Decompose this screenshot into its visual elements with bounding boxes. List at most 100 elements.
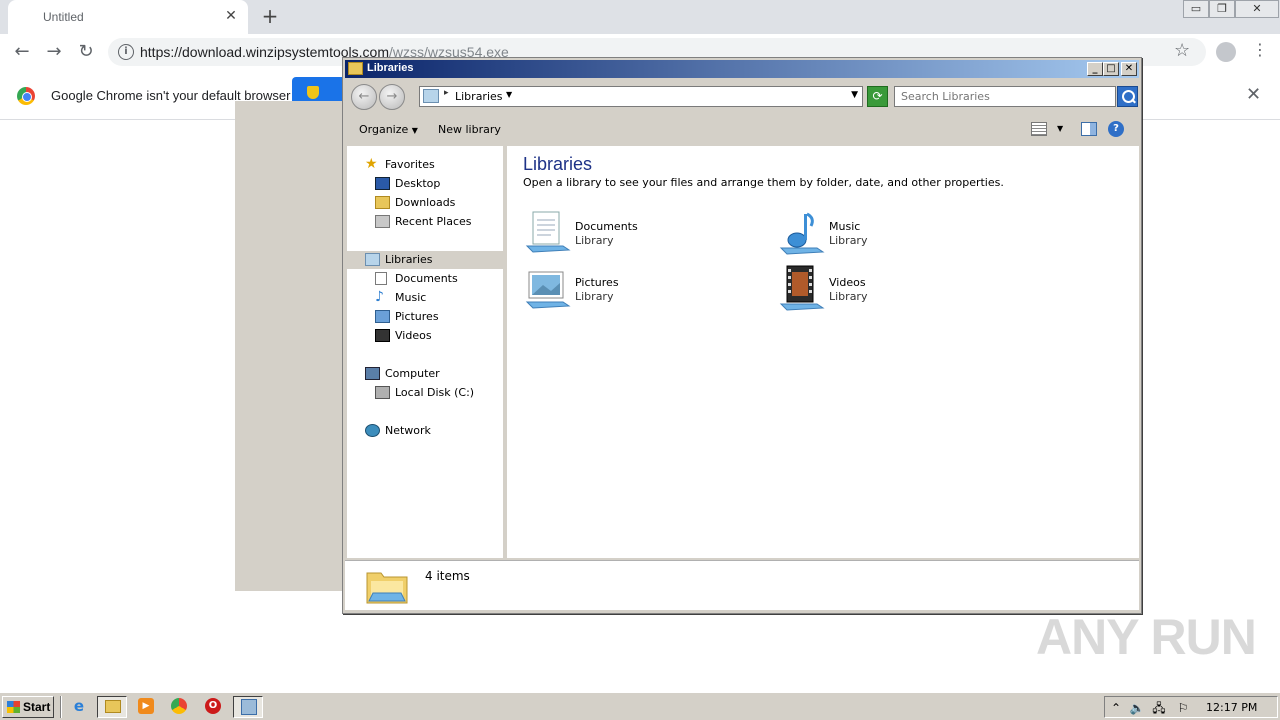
breadcrumb-dropdown-icon[interactable]: ▼ <box>506 90 512 99</box>
music-note-icon: ♪ <box>375 289 384 305</box>
library-type: Library <box>829 290 868 303</box>
reload-icon[interactable]: ↻ <box>74 41 98 63</box>
chrome-tab-strip: Untitled ✕ + ▭ ❐ ✕ <box>0 0 1280 34</box>
minimize-button[interactable]: _ <box>1087 62 1103 76</box>
nav-favorites[interactable]: ★ Favorites <box>359 156 499 174</box>
show-hidden-icons-icon[interactable]: ⌃ <box>1108 700 1124 716</box>
nav-downloads[interactable]: Downloads <box>369 194 499 212</box>
help-icon[interactable]: ? <box>1108 121 1124 137</box>
nav-pictures[interactable]: Pictures <box>369 308 499 326</box>
close-button[interactable]: ✕ <box>1121 62 1137 76</box>
library-documents[interactable]: Documents Library <box>523 208 753 260</box>
folder-icon <box>348 62 363 75</box>
browser-tab[interactable]: Untitled ✕ <box>8 0 248 34</box>
opera-icon: O <box>205 698 221 714</box>
info-icon[interactable]: i <box>118 44 134 60</box>
library-type: Library <box>575 290 614 303</box>
music-library-icon <box>779 212 825 255</box>
tab-close-icon[interactable]: ✕ <box>222 7 240 25</box>
browser-minimize-button[interactable]: ▭ <box>1183 0 1209 18</box>
film-icon <box>375 329 390 342</box>
taskbar-media-player[interactable]: ▶ <box>131 696 161 718</box>
nav-network[interactable]: Network <box>359 422 499 440</box>
nav-music[interactable]: ♪ Music <box>369 289 499 307</box>
star-icon: ★ <box>365 156 378 172</box>
documents-library-icon <box>525 211 571 253</box>
item-count: 4 items <box>425 569 470 583</box>
back-button[interactable]: ← <box>351 84 377 110</box>
nav-libraries[interactable]: Libraries <box>347 251 503 269</box>
library-name: Videos <box>829 276 866 289</box>
forward-button[interactable]: → <box>379 84 405 110</box>
application-icon <box>241 699 257 715</box>
nav-libraries-label: Libraries <box>385 253 433 266</box>
organize-button[interactable]: Organize ▼ <box>359 123 418 136</box>
browser-close-button[interactable]: ✕ <box>1235 0 1279 18</box>
library-videos[interactable]: Videos Library <box>777 264 1007 316</box>
back-arrow-icon[interactable]: ← <box>10 41 34 63</box>
breadcrumb-separator-icon[interactable]: ▸ <box>444 88 449 98</box>
nav-favorites-label: Favorites <box>385 158 435 171</box>
nav-videos[interactable]: Videos <box>369 327 499 345</box>
nav-documents-label: Documents <box>395 272 458 285</box>
maximize-button[interactable]: □ <box>1103 62 1119 76</box>
change-view-icon[interactable] <box>1031 122 1047 136</box>
profile-avatar[interactable] <box>1216 42 1236 62</box>
chrome-menu-icon[interactable]: ⋮ <box>1252 40 1268 59</box>
anyrun-watermark: ANY RUN <box>1036 609 1257 665</box>
refresh-icon[interactable]: ⟳ <box>867 86 888 107</box>
forward-arrow-icon[interactable]: → <box>42 41 66 63</box>
browser-restore-button[interactable]: ❐ <box>1209 0 1235 18</box>
taskbar-opera[interactable]: O <box>198 696 228 718</box>
taskbar-ie[interactable]: e <box>64 696 94 718</box>
library-name: Pictures <box>575 276 619 289</box>
new-tab-button[interactable]: + <box>258 5 282 29</box>
taskbar-divider <box>60 696 62 718</box>
nav-computer[interactable]: Computer <box>359 365 499 383</box>
recent-places-icon <box>375 215 390 228</box>
nav-local-disk[interactable]: Local Disk (C:) <box>369 384 499 402</box>
chevron-down-icon: ▼ <box>411 126 418 135</box>
address-bar: ← → ▸ Libraries ▼ ▼ ⟳ <box>345 80 1139 112</box>
library-pictures[interactable]: Pictures Library <box>523 264 753 316</box>
breadcrumb-libraries[interactable]: Libraries <box>455 90 503 103</box>
uac-shield-icon <box>307 86 319 99</box>
new-library-button[interactable]: New library <box>438 123 501 136</box>
taskbar-app[interactable] <box>233 696 263 718</box>
details-pane: 4 items <box>345 560 1139 610</box>
network-tray-icon[interactable]: 🖧 <box>1151 700 1167 716</box>
taskbar-explorer[interactable] <box>97 696 127 718</box>
bookmark-star-icon[interactable]: ☆ <box>1174 40 1190 61</box>
view-dropdown-icon[interactable]: ▼ <box>1057 124 1063 133</box>
start-button[interactable]: Start <box>2 696 54 718</box>
address-field[interactable]: ▸ Libraries ▼ ▼ <box>419 86 863 107</box>
navigation-pane: ★ Favorites Desktop Downloads Recent Pla… <box>347 146 503 558</box>
volume-icon[interactable]: 🔈 <box>1129 700 1145 716</box>
address-dropdown-icon[interactable]: ▼ <box>851 90 858 100</box>
search-field[interactable] <box>894 86 1116 107</box>
explorer-titlebar[interactable]: Libraries _ □ ✕ <box>345 60 1139 78</box>
libraries-folder-icon <box>366 572 408 604</box>
nav-desktop-label: Desktop <box>395 177 441 190</box>
nav-desktop[interactable]: Desktop <box>369 175 499 193</box>
window-title: Libraries <box>367 62 414 74</box>
taskbar-chrome[interactable] <box>164 696 194 718</box>
tab-title: Untitled <box>43 10 84 24</box>
nav-downloads-label: Downloads <box>395 196 456 209</box>
preview-pane-icon[interactable] <box>1081 122 1097 136</box>
clock[interactable]: 12:17 PM <box>1206 701 1257 714</box>
infobar-close-icon[interactable]: ✕ <box>1246 84 1261 105</box>
nav-recent-places[interactable]: Recent Places <box>369 213 499 231</box>
library-name: Music <box>829 220 861 233</box>
command-bar: Organize ▼ New library ▼ ? <box>345 114 1139 144</box>
library-music[interactable]: Music Library <box>777 208 1007 260</box>
nav-documents[interactable]: Documents <box>369 270 499 288</box>
nav-music-label: Music <box>395 291 427 304</box>
search-input[interactable] <box>895 87 1095 105</box>
action-center-flag-icon[interactable]: ⚐ <box>1175 700 1191 716</box>
background-dialog <box>235 101 345 591</box>
pictures-library-icon <box>525 271 571 309</box>
search-icon[interactable] <box>1117 86 1138 107</box>
videos-library-icon <box>779 265 825 311</box>
content-pane: Libraries Open a library to see your fil… <box>507 146 1139 558</box>
